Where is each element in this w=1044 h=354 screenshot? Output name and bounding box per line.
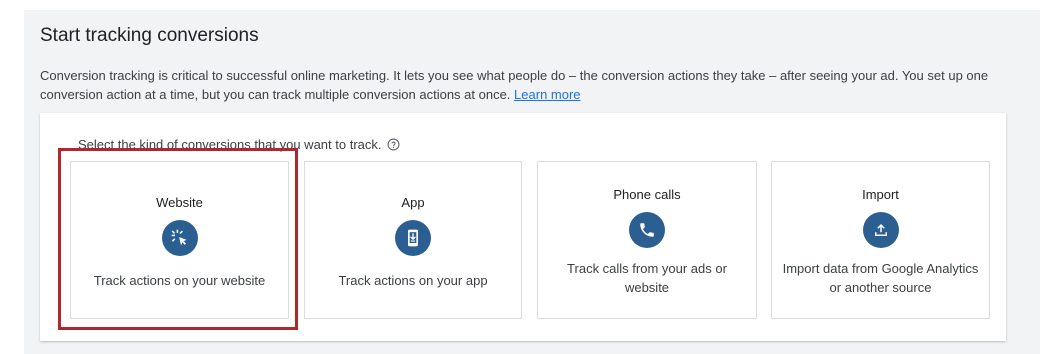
card-import-title: Import [862,187,899,202]
page-title: Start tracking conversions [40,25,259,46]
card-phone-calls-title: Phone calls [613,187,681,202]
conversion-panel: Start tracking conversions Conversion tr… [24,10,1040,354]
selector-prompt-text: Select the kind of conversions that you … [78,137,382,152]
selector-prompt: Select the kind of conversions that you … [78,137,400,154]
conversion-type-selector: Select the kind of conversions that you … [40,113,1006,341]
help-circle-icon[interactable] [387,138,400,154]
card-website-text: Track actions on your website [93,273,266,288]
page-description: Conversion tracking is critical to succe… [40,66,1020,104]
learn-more-link[interactable]: Learn more [514,87,580,102]
cursor-click-icon [161,220,198,256]
card-app-title: App [401,195,425,210]
card-phone-calls-text: Track calls from your ads or website [567,261,727,295]
phone-download-icon [395,220,431,256]
card-app-text: Track actions on your app [338,273,488,288]
card-website-title: Website [156,195,203,210]
card-phone-calls[interactable]: Phone calls Track calls from your ads or… [537,161,757,319]
card-website[interactable]: Website Track actions on your website [70,161,289,319]
card-import[interactable]: Import Import data from Google Analytics… [771,161,990,319]
card-app[interactable]: App Track actions on your app [304,161,522,319]
phone-icon [629,212,665,248]
card-import-text: Import data from Google Analytics or ano… [782,261,979,295]
upload-icon [862,212,899,248]
